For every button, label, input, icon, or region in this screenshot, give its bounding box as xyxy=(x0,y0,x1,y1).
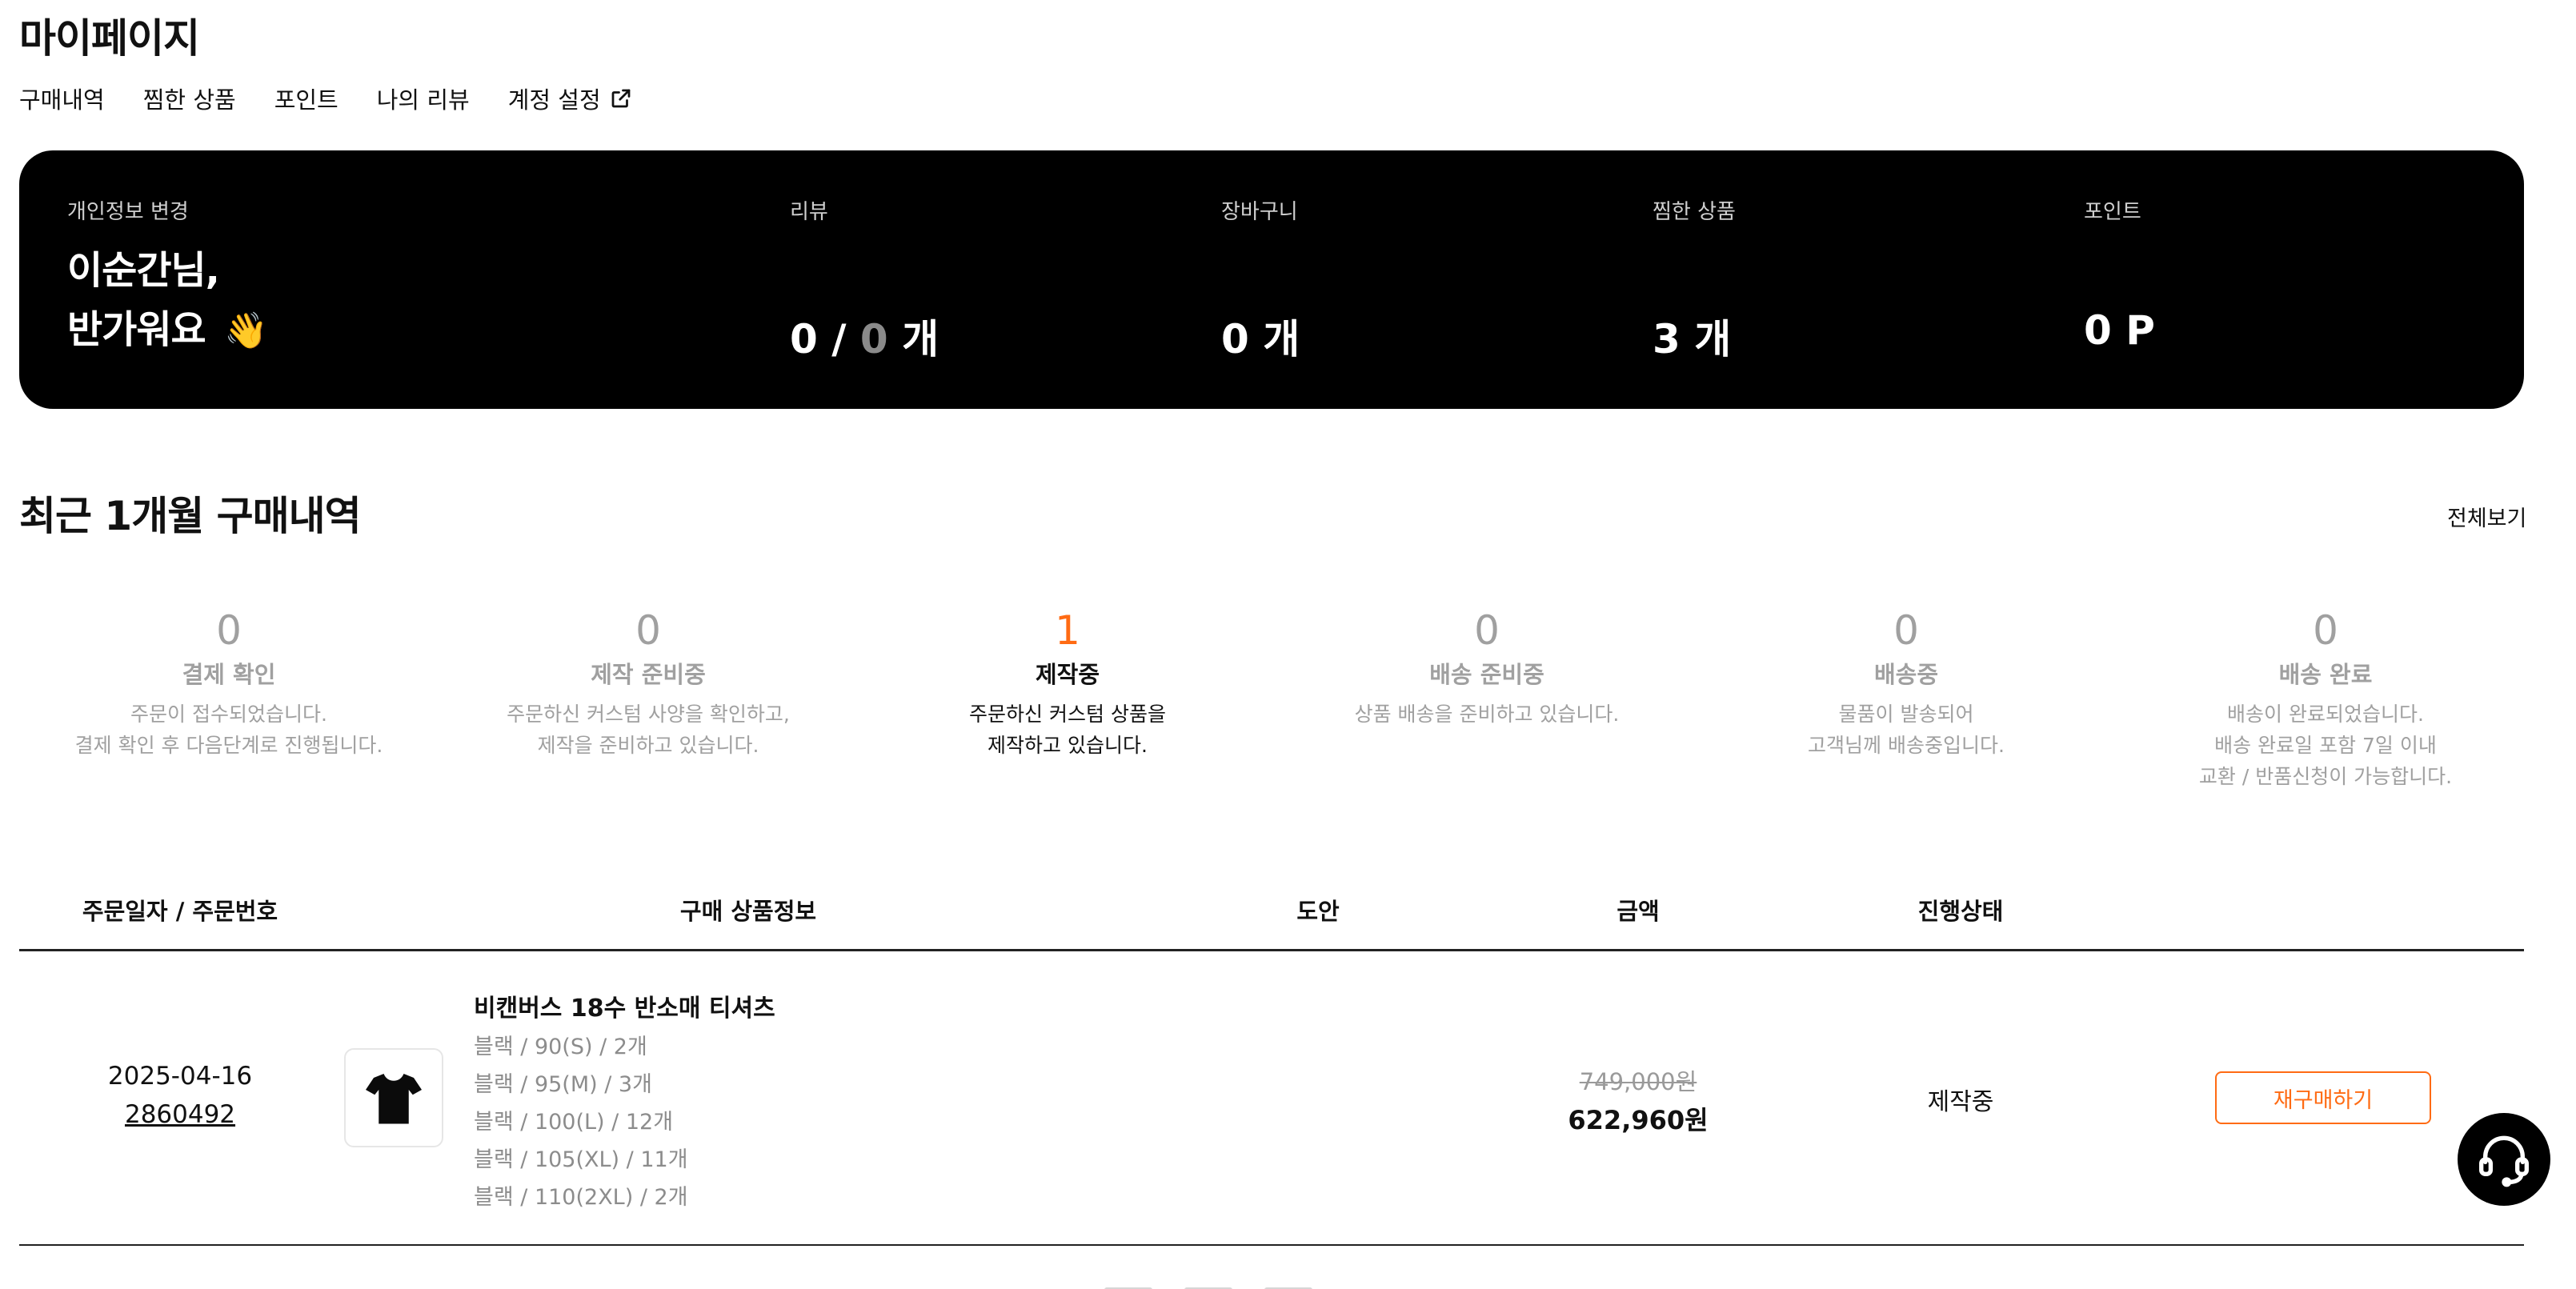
view-all-link[interactable]: 전체보기 xyxy=(2447,501,2526,532)
product-options: 블랙 / 90(S) / 2개 블랙 / 95(M) / 3개 블랙 / 100… xyxy=(474,1028,688,1216)
cart-count[interactable]: 0 개 xyxy=(1221,307,1300,365)
step-desc: 주문이 접수되었습니다. 결제 확인 후 다음단계로 진행됩니다. xyxy=(74,703,383,757)
order-number-link[interactable]: 2860492 xyxy=(125,1100,235,1129)
step-name: 배송 준비중 xyxy=(1429,661,1544,688)
tab-purchases[interactable]: 구매내역 xyxy=(19,82,105,115)
option-line: 블랙 / 105(XL) / 11개 xyxy=(474,1147,688,1172)
tshirt-icon xyxy=(366,1074,422,1124)
order-status-steps: 0 결제 확인 주문이 접수되었습니다. 결제 확인 후 다음단계로 진행됩니다… xyxy=(19,604,2524,812)
points-label: 포인트 xyxy=(2084,200,2141,224)
product-thumbnail[interactable] xyxy=(344,1048,443,1147)
step-desc: 배송이 완료되었습니다. 배송 완료일 포함 7일 이내 교환 / 반품신청이 … xyxy=(2198,703,2453,788)
step-production-prep: 0 제작 준비중 주문하신 커스텀 사양을 확인하고, 제작을 준비하고 있습니… xyxy=(439,604,858,761)
mypage-tabs: 구매내역 찜한 상품 포인트 나의 리뷰 계정 설정 xyxy=(19,82,633,115)
step-count: 0 xyxy=(635,607,661,654)
table-row-divider xyxy=(19,1244,2524,1246)
step-name: 제작중 xyxy=(1035,661,1100,688)
greeting-line: 반가워요 👋 xyxy=(67,307,268,352)
review-count[interactable]: 0 / 0 개 xyxy=(790,307,939,365)
pagination-peek xyxy=(1104,1280,1472,1289)
option-line: 블랙 / 110(2XL) / 2개 xyxy=(474,1185,688,1210)
step-shipping: 0 배송중 물품이 발송되어 고객님께 배송중입니다. xyxy=(1697,604,2116,761)
external-link-icon xyxy=(611,89,631,108)
step-desc: 상품 배송을 준비하고 있습니다. xyxy=(1354,703,1620,726)
step-name: 결제 확인 xyxy=(182,661,276,688)
step-in-production: 1 제작중 주문하신 커스텀 상품을 제작하고 있습니다. xyxy=(858,604,1277,761)
step-name: 제작 준비중 xyxy=(591,661,706,688)
step-payment-confirm: 0 결제 확인 주문이 접수되었습니다. 결제 확인 후 다음단계로 진행됩니다… xyxy=(19,604,439,761)
page-title: 마이페이지 xyxy=(19,15,200,62)
summary-card: 개인정보 변경 이순간님, 반가워요 👋 리뷰 0 / 0 개 장바구니 0 개… xyxy=(19,150,2524,409)
headset-icon xyxy=(2479,1135,2529,1187)
step-count: 0 xyxy=(1474,607,1500,654)
wishlist-label: 찜한 상품 xyxy=(1653,200,1736,224)
step-desc: 주문하신 커스텀 상품을 제작하고 있습니다. xyxy=(969,703,1166,757)
option-line: 블랙 / 90(S) / 2개 xyxy=(474,1035,647,1059)
step-desc: 물품이 발송되어 고객님께 배송중입니다. xyxy=(1808,703,2005,757)
order-status: 제작중 xyxy=(1927,1088,1994,1116)
wishlist-count[interactable]: 3 개 xyxy=(1653,307,1731,365)
step-shipping-prep: 0 배송 준비중 상품 배송을 준비하고 있습니다. xyxy=(1277,604,1697,730)
recent-orders-title: 최근 1개월 구매내역 xyxy=(19,493,362,539)
tab-wishlist[interactable]: 찜한 상품 xyxy=(143,82,236,115)
step-count: 0 xyxy=(2313,607,2338,654)
header-status: 진행상태 xyxy=(1917,898,2004,925)
points-value[interactable]: 0 P xyxy=(2084,307,2155,354)
reorder-button[interactable]: 재구매하기 xyxy=(2215,1071,2431,1124)
final-price: 622,960원 xyxy=(1568,1105,1709,1135)
option-line: 블랙 / 95(M) / 3개 xyxy=(474,1072,652,1097)
order-date: 2025-04-16 xyxy=(107,1062,253,1091)
header-order-date-number: 주문일자 / 주문번호 xyxy=(82,898,278,925)
table-header-divider xyxy=(19,949,2524,951)
option-line: 블랙 / 100(L) / 12개 xyxy=(474,1110,674,1135)
step-desc: 주문하신 커스텀 사양을 확인하고, 제작을 준비하고 있습니다. xyxy=(507,703,790,757)
step-delivered: 0 배송 완료 배송이 완료되었습니다. 배송 완료일 포함 7일 이내 교환 … xyxy=(2116,604,2535,792)
header-product-info: 구매 상품정보 xyxy=(679,898,817,925)
original-price: 749,000원 xyxy=(1579,1068,1697,1095)
tab-my-reviews[interactable]: 나의 리뷰 xyxy=(377,82,470,115)
step-count: 1 xyxy=(1055,607,1080,654)
tab-points[interactable]: 포인트 xyxy=(274,82,339,115)
edit-profile-link[interactable]: 개인정보 변경 xyxy=(67,195,189,225)
waving-hand-icon: 👋 xyxy=(224,310,268,351)
header-design: 도안 xyxy=(1296,898,1340,925)
greeting: 이순간님, 반가워요 👋 xyxy=(67,241,268,361)
product-name-link[interactable]: 비캔버스 18수 반소매 티셔츠 xyxy=(474,988,775,1023)
review-label: 리뷰 xyxy=(790,200,828,224)
header-amount: 금액 xyxy=(1617,898,1660,925)
step-name: 배송중 xyxy=(1873,661,1939,688)
step-count: 0 xyxy=(1893,607,1919,654)
tab-account-settings[interactable]: 계정 설정 xyxy=(508,82,633,115)
step-count: 0 xyxy=(216,607,242,654)
cart-label: 장바구니 xyxy=(1221,200,1298,224)
customer-support-button[interactable] xyxy=(2458,1113,2550,1206)
step-name: 배송 완료 xyxy=(2278,661,2373,688)
greeting-name: 이순간님, xyxy=(67,248,220,293)
